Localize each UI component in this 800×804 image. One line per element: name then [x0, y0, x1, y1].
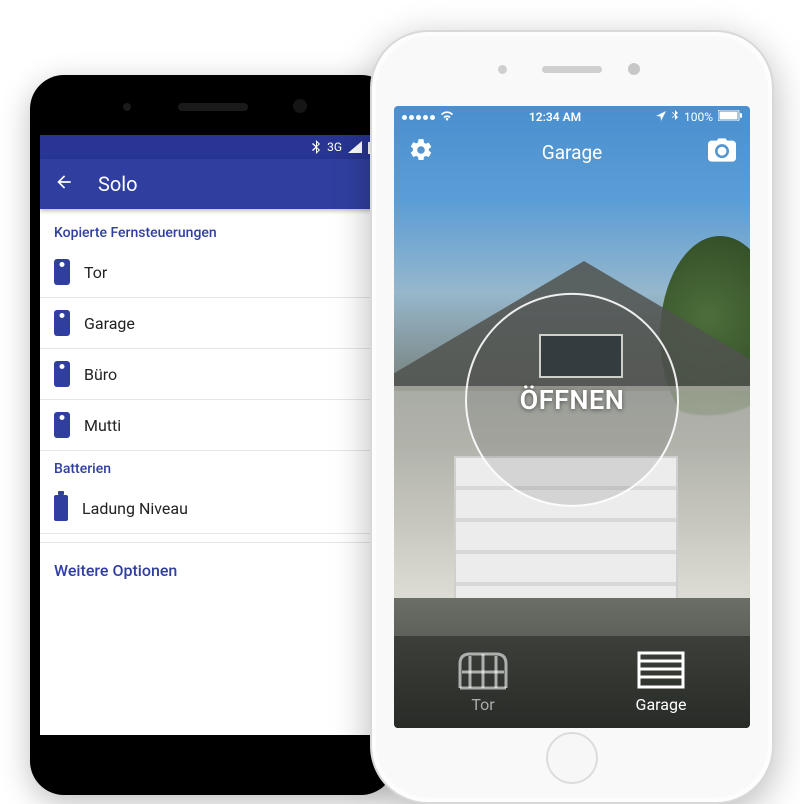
gate-icon: [458, 650, 508, 690]
remote-icon: [54, 259, 70, 285]
settings-button[interactable]: [408, 137, 434, 167]
location-icon: [656, 110, 666, 124]
android-screen: 3G Solo Kopierte Fernsteuerungen Tor Gar…: [40, 135, 385, 735]
tab-label: Garage: [636, 695, 687, 714]
iphone-body: 12:34 AM 100%: [376, 36, 768, 798]
toolbar-title: Garage: [394, 141, 750, 164]
appbar-title: Solo: [98, 172, 138, 196]
list-item[interactable]: Tor: [40, 247, 385, 298]
iphone-camera: [628, 63, 640, 75]
bottom-tabs: Tor Garage: [394, 636, 750, 728]
tab-gate[interactable]: Tor: [394, 636, 572, 728]
iphone-home-button[interactable]: [546, 732, 598, 784]
android-statusbar: 3G: [40, 135, 385, 159]
list-item[interactable]: Ladung Niveau: [40, 483, 385, 534]
ios-toolbar: Garage: [394, 130, 750, 174]
more-options-button[interactable]: Weitere Optionen: [40, 542, 385, 598]
list-item[interactable]: Büro: [40, 349, 385, 400]
section-header-batteries: Batterien: [40, 451, 385, 483]
ios-statusbar: 12:34 AM 100%: [394, 106, 750, 128]
android-appbar: Solo: [40, 159, 385, 209]
bluetooth-icon: [311, 140, 321, 154]
tab-label: Tor: [471, 695, 494, 714]
list-item-label: Garage: [84, 314, 135, 333]
list-item[interactable]: Garage: [40, 298, 385, 349]
android-camera: [293, 99, 307, 113]
back-button[interactable]: [54, 172, 74, 196]
list-item-label: Mutti: [84, 416, 121, 435]
iphone-speaker: [542, 66, 602, 73]
signal-icon: [348, 141, 362, 153]
android-content: Kopierte Fernsteuerungen Tor Garage Büro…: [40, 209, 385, 598]
android-phone: 3G Solo Kopierte Fernsteuerungen Tor Gar…: [30, 75, 395, 795]
wifi-icon: [440, 110, 454, 124]
status-time: 12:34 AM: [529, 110, 581, 124]
iphone-screen: 12:34 AM 100%: [394, 106, 750, 728]
android-sensor: [123, 103, 131, 111]
battery-icon: [718, 110, 742, 124]
remote-icon: [54, 361, 70, 387]
battery-percent: 100%: [684, 110, 713, 124]
battery-level-icon: [54, 495, 68, 521]
list-item-label: Tor: [84, 263, 107, 282]
android-speaker: [178, 103, 248, 111]
cell-signal-icon: [402, 115, 435, 120]
list-item-label: Büro: [84, 365, 117, 384]
garage-icon: [636, 650, 686, 690]
tab-garage[interactable]: Garage: [572, 636, 750, 728]
section-header-copied: Kopierte Fernsteuerungen: [40, 215, 385, 247]
open-button[interactable]: ÖFFNEN: [465, 293, 679, 507]
open-button-label: ÖFFNEN: [520, 384, 625, 416]
iphone-sensor: [498, 65, 507, 74]
remote-icon: [54, 310, 70, 336]
iphone: 12:34 AM 100%: [370, 30, 774, 804]
camera-button[interactable]: [708, 138, 736, 166]
list-item-label: Ladung Niveau: [82, 499, 188, 518]
list-item[interactable]: Mutti: [40, 400, 385, 451]
bluetooth-icon: [671, 110, 679, 125]
network-label: 3G: [327, 140, 342, 154]
remote-icon: [54, 412, 70, 438]
